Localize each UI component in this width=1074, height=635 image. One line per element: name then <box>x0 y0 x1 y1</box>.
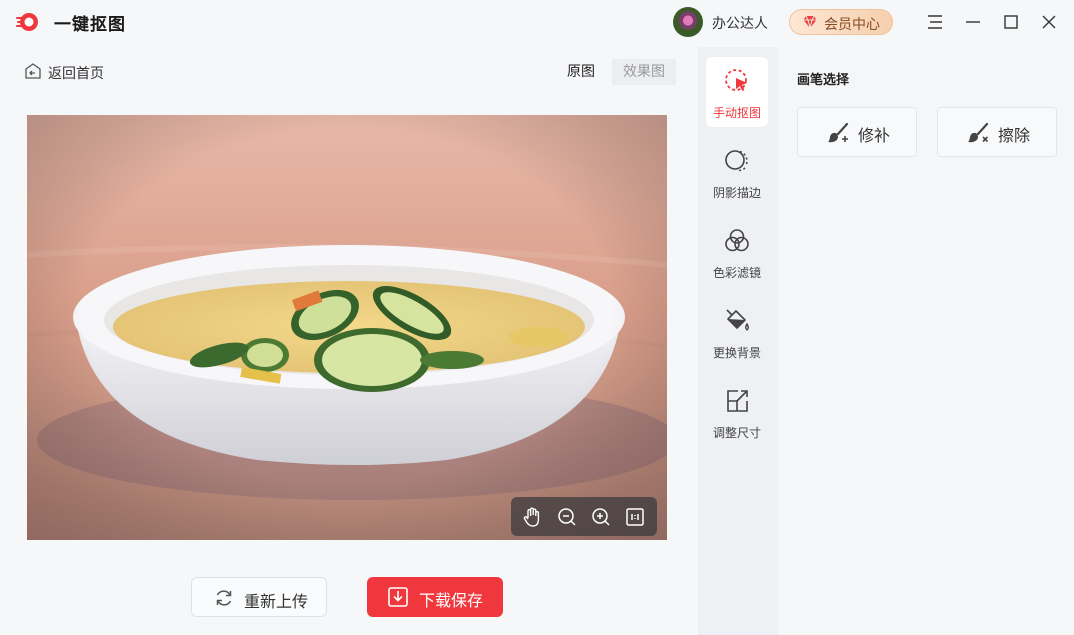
tool-change-background[interactable]: 更换背景 <box>706 297 768 367</box>
tool-manual-cutout[interactable]: 手动抠图 <box>706 57 768 127</box>
tool-label: 色彩滤镜 <box>712 266 761 280</box>
tool-shadow-outline[interactable]: 阴影描边 <box>706 137 768 207</box>
tool-label: 调整尺寸 <box>712 426 761 440</box>
change-background-icon <box>726 309 749 331</box>
food-photo <box>27 115 667 540</box>
erase-brush-label: 擦除 <box>998 126 1031 145</box>
brush-panel: 画笔选择 修补 擦除 <box>778 47 1074 635</box>
minimize-icon[interactable] <box>961 10 985 34</box>
diamond-icon <box>803 15 817 29</box>
zoom-out-icon[interactable] <box>555 505 579 529</box>
image-canvas[interactable] <box>27 115 667 540</box>
app-title: 一键抠图 <box>54 15 126 35</box>
vip-center-button[interactable]: 会员中心 <box>789 9 893 35</box>
brush-panel-title: 画笔选择 <box>797 73 850 88</box>
repair-brush-label: 修补 <box>858 126 891 145</box>
tool-resize[interactable]: 调整尺寸 <box>706 377 768 447</box>
resize-icon <box>727 390 748 412</box>
repair-brush-icon <box>828 122 849 143</box>
download-save-button[interactable]: 下载保存 <box>367 577 503 617</box>
tool-label: 手动抠图 <box>712 106 761 120</box>
tool-color-filter[interactable]: 色彩滤镜 <box>706 217 768 287</box>
download-icon <box>388 587 408 607</box>
title-bar: 一键抠图 办公达人 会员中心 <box>0 0 1074 44</box>
app-logo-icon <box>16 13 38 31</box>
tool-label: 更换背景 <box>712 346 761 360</box>
menu-icon[interactable] <box>923 10 947 34</box>
zoom-toolbar <box>511 497 657 536</box>
color-filter-icon <box>725 229 749 252</box>
repair-brush-button[interactable]: 修补 <box>797 107 917 157</box>
erase-brush-button[interactable]: 擦除 <box>937 107 1057 157</box>
tab-result[interactable]: 效果图 <box>612 59 676 85</box>
back-home-label: 返回首页 <box>48 66 104 82</box>
refresh-icon <box>216 590 232 606</box>
reupload-button[interactable]: 重新上传 <box>191 577 327 617</box>
maximize-icon[interactable] <box>999 10 1023 34</box>
home-back-icon <box>25 63 41 79</box>
zoom-in-icon[interactable] <box>589 505 613 529</box>
erase-brush-icon <box>968 122 989 143</box>
reupload-label: 重新上传 <box>244 592 309 611</box>
manual-cutout-icon <box>725 69 747 91</box>
avatar[interactable] <box>673 7 703 37</box>
download-save-label: 下载保存 <box>419 591 484 610</box>
tab-original[interactable]: 原图 <box>560 59 602 85</box>
hand-pan-icon[interactable] <box>521 505 545 529</box>
tool-sidebar: 手动抠图 阴影描边 色彩滤镜 更换背景 调整尺寸 <box>698 47 778 635</box>
shadow-outline-icon <box>725 150 748 172</box>
username[interactable]: 办公达人 <box>712 13 768 33</box>
fit-screen-icon[interactable] <box>623 505 647 529</box>
tool-label: 阴影描边 <box>712 186 761 200</box>
close-icon[interactable] <box>1037 10 1061 34</box>
vip-center-label: 会员中心 <box>824 17 880 33</box>
